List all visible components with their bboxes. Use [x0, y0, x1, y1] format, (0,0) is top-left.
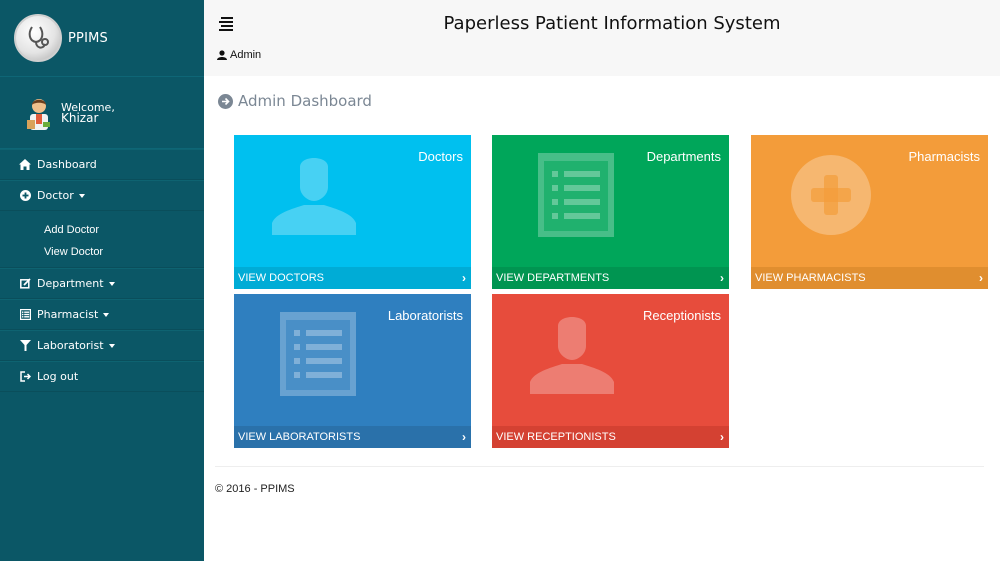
tile-label: Laboratorists [387, 308, 463, 323]
tile-label: Pharmacists [908, 149, 980, 164]
sidebar-item-label: Pharmacist [37, 308, 99, 321]
footer-divider [215, 466, 984, 467]
sidebar-item-label: Doctor [37, 189, 74, 202]
app-title: Paperless Patient Information System [443, 13, 781, 34]
doctor-avatar-icon [24, 96, 54, 130]
page-title: Admin Dashboard [218, 92, 372, 110]
tile-link-text: VIEW LABORATORISTS [238, 431, 361, 443]
list-document-icon [280, 312, 356, 396]
user-silhouette-icon [530, 317, 614, 394]
list-alt-icon [19, 309, 31, 321]
list-document-icon [538, 153, 614, 237]
sidebar-item-pharmacist[interactable]: Pharmacist [0, 299, 204, 330]
sidebar-item-label: Laboratorist [37, 339, 104, 352]
departments-tile[interactable]: Departments VIEW DEPARTMENTS › [492, 135, 729, 289]
username: Khizar [61, 110, 99, 125]
tile-link-text: VIEW RECEPTIONISTS [496, 431, 616, 443]
tile-label: Doctors [418, 149, 463, 164]
filter-icon [19, 340, 31, 352]
caret-down-icon [103, 312, 110, 317]
laboratorists-tile[interactable]: Laboratorists VIEW LABORATORISTS › [234, 294, 471, 448]
home-icon [19, 159, 31, 171]
doctor-submenu: Add Doctor View Doctor [0, 211, 204, 268]
chevron-right-icon: › [979, 271, 983, 285]
chevron-right-icon: › [720, 430, 724, 444]
medical-cross-icon [791, 155, 871, 235]
doctors-tile[interactable]: Doctors VIEW DOCTORS › [234, 135, 471, 289]
page-title-text: Admin Dashboard [238, 92, 372, 110]
tile-link-text: VIEW DOCTORS [238, 272, 324, 284]
tile-label: Receptionists [642, 308, 721, 323]
current-user-name: Admin [230, 49, 262, 61]
user-icon [217, 50, 227, 60]
view-receptionists-link[interactable]: VIEW RECEPTIONISTS › [492, 426, 729, 448]
pharmacists-tile[interactable]: Pharmacists VIEW PHARMACISTS › [751, 135, 988, 289]
logout-icon [19, 371, 31, 383]
view-laboratorists-link[interactable]: VIEW LABORATORISTS › [234, 426, 471, 448]
current-user[interactable]: Admin [217, 49, 261, 61]
tile-label: Departments [646, 149, 721, 164]
edit-icon [19, 278, 31, 290]
receptionists-tile[interactable]: Receptionists VIEW RECEPTIONISTS › [492, 294, 729, 448]
arrow-circle-right-icon [218, 93, 233, 109]
plus-circle-icon [19, 190, 31, 202]
brand-name: PPIMS [68, 30, 108, 46]
chevron-right-icon: › [462, 271, 466, 285]
view-pharmacists-link[interactable]: VIEW PHARMACISTS › [751, 267, 988, 289]
view-departments-link[interactable]: VIEW DEPARTMENTS › [492, 267, 729, 289]
sidebar-item-laboratorist[interactable]: Laboratorist [0, 330, 204, 361]
sidebar-item-label: Dashboard [37, 158, 97, 171]
sidebar-subitem-add-doctor[interactable]: Add Doctor [0, 219, 204, 241]
sidebar-nav: Dashboard Doctor Add Doctor View Doctor … [0, 149, 204, 392]
sidebar-item-label: Log out [37, 370, 79, 383]
sidebar-item-doctor[interactable]: Doctor [0, 180, 204, 211]
stethoscope-logo-icon [14, 14, 62, 62]
chevron-right-icon: › [462, 430, 466, 444]
sidebar-item-department[interactable]: Department [0, 268, 204, 299]
sidebar: PPIMS Welcome, Khizar Dashboard Doctor A… [0, 0, 204, 561]
sidebar-subitem-view-doctor[interactable]: View Doctor [0, 241, 204, 263]
tile-link-text: VIEW DEPARTMENTS [496, 272, 610, 284]
sidebar-item-dashboard[interactable]: Dashboard [0, 149, 204, 180]
brand[interactable]: PPIMS [0, 0, 204, 77]
copyright: © 2016 - PPIMS [215, 483, 295, 495]
sidebar-item-label: Department [37, 277, 104, 290]
top-header: Paperless Patient Information System Adm… [204, 0, 1000, 76]
caret-down-icon [108, 281, 115, 286]
view-doctors-link[interactable]: VIEW DOCTORS › [234, 267, 471, 289]
sidebar-item-logout[interactable]: Log out [0, 361, 204, 392]
chevron-right-icon: › [720, 271, 724, 285]
tile-link-text: VIEW PHARMACISTS [755, 272, 866, 284]
caret-down-icon [78, 193, 85, 198]
caret-down-icon [108, 343, 115, 348]
user-profile: Welcome, Khizar [0, 77, 204, 149]
user-silhouette-icon [272, 158, 356, 235]
